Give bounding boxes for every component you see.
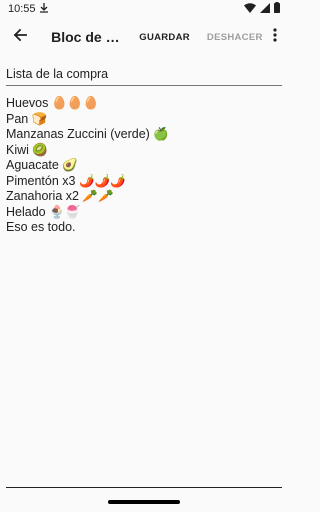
status-right [244,2,280,16]
status-time: 10:55 [8,3,36,15]
undo-button[interactable]: DESHACER [207,32,263,43]
note-line: Eso es todo. [6,220,76,234]
wifi-icon [244,2,256,16]
note-line: Aguacate 🥑 [6,158,78,172]
signal-icon [260,2,270,16]
download-icon [39,2,48,16]
note-line: Pan 🍞 [6,111,48,126]
note-line: Kiwi 🥝 [6,142,48,157]
more-vert-icon [273,27,277,47]
note-title-field[interactable] [6,62,282,86]
note-line: Manzanas Zuccini (verde) 🍏 [6,127,169,141]
status-bar: 10:55 [0,0,288,18]
gesture-nav-handle[interactable] [108,500,180,504]
note-line: Zanahoria x2 🥕🥕 [6,189,114,203]
note-body-field[interactable]: Huevos 🥚🥚🥚 Pan 🍞 Manzanas Zuccini (verde… [6,96,282,488]
battery-icon [274,2,280,16]
save-button[interactable]: GUARDAR [139,32,190,43]
arrow-back-icon [13,28,27,47]
status-left: 10:55 [8,2,48,16]
note-line: Helado 🍨🍧 [6,204,81,219]
back-button[interactable] [2,18,37,56]
note-line: Pimentón x3 🌶️🌶️🌶️ [6,173,126,188]
more-options-button[interactable] [263,18,288,56]
app-title: Bloc de notas [51,29,128,45]
note-line: Huevos 🥚🥚🥚 [6,96,99,110]
app-bar: Bloc de notas GUARDAR DESHACER [0,18,288,56]
